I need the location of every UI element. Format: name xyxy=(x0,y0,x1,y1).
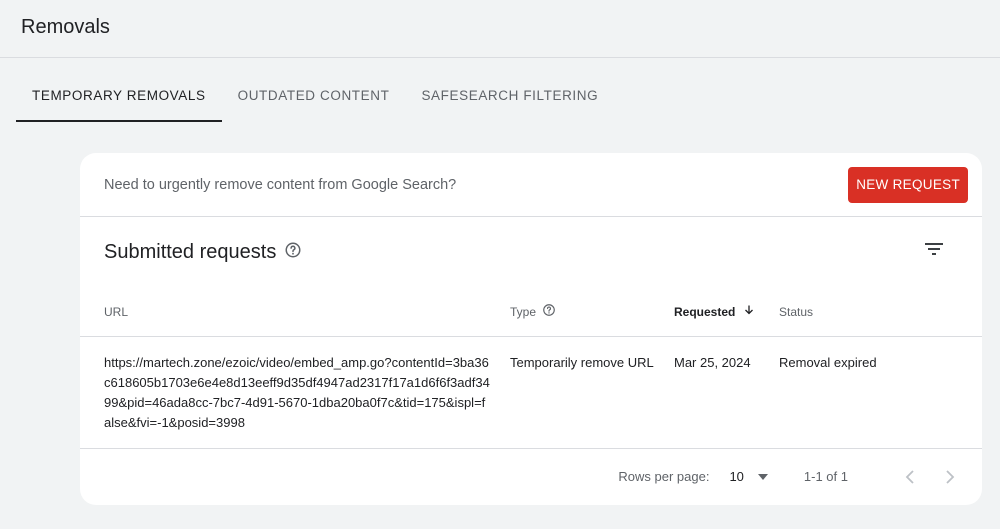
new-request-banner: Need to urgently remove content from Goo… xyxy=(80,153,982,217)
table-pagination: Rows per page: 10 1-1 of 1 xyxy=(80,449,982,504)
rows-per-page-select[interactable]: 10 xyxy=(729,469,768,484)
chevron-right-icon xyxy=(946,469,955,484)
table-row[interactable]: https://martech.zone/ezoic/video/embed_a… xyxy=(80,337,982,449)
sort-down-arrow-icon xyxy=(743,304,755,319)
pagination-range: 1-1 of 1 xyxy=(803,469,848,484)
section-title: Submitted requests xyxy=(104,240,277,263)
row-status: Removal expired xyxy=(779,355,877,370)
tab-outdated-content[interactable]: OUTDATED CONTENT xyxy=(222,68,406,122)
help-circle-icon[interactable] xyxy=(284,241,302,264)
new-request-button[interactable]: NEW REQUEST xyxy=(848,166,968,203)
type-help-icon[interactable] xyxy=(542,303,556,320)
banner-text: Need to urgently remove content from Goo… xyxy=(104,176,457,193)
row-requested: Mar 25, 2024 xyxy=(674,355,751,370)
removals-card: Need to urgently remove content from Goo… xyxy=(80,153,982,505)
table-header: URL Type Requested Status xyxy=(80,287,982,337)
submitted-requests-header: Submitted requests xyxy=(80,217,982,287)
row-url: https://martech.zone/ezoic/video/embed_a… xyxy=(104,355,490,430)
column-header-requested[interactable]: Requested xyxy=(674,304,779,319)
previous-page-button[interactable] xyxy=(898,465,922,489)
column-header-url: URL xyxy=(104,304,129,319)
removal-tabs: TEMPORARY REMOVALS OUTDATED CONTENT SAFE… xyxy=(16,68,614,122)
requests-table: URL Type Requested Status https://martec… xyxy=(80,287,982,504)
filter-list-icon[interactable] xyxy=(922,237,946,266)
rows-per-page-label: Rows per page: xyxy=(618,469,710,484)
column-header-requested-label: Requested xyxy=(674,304,736,319)
rows-per-page-value: 10 xyxy=(729,469,744,484)
tab-temporary-removals[interactable]: TEMPORARY REMOVALS xyxy=(16,68,222,122)
chevron-left-icon xyxy=(905,469,914,484)
row-type: Temporarily remove URL xyxy=(510,355,654,370)
column-header-type: Type xyxy=(510,303,674,320)
tab-safesearch-filtering[interactable]: SAFESEARCH FILTERING xyxy=(405,68,614,122)
column-header-type-label: Type xyxy=(510,304,537,319)
next-page-button[interactable] xyxy=(938,465,962,489)
column-header-status: Status xyxy=(779,304,814,319)
dropdown-arrow-icon xyxy=(757,473,768,480)
page-header: Removals xyxy=(0,0,1000,58)
page-title: Removals xyxy=(21,16,110,38)
